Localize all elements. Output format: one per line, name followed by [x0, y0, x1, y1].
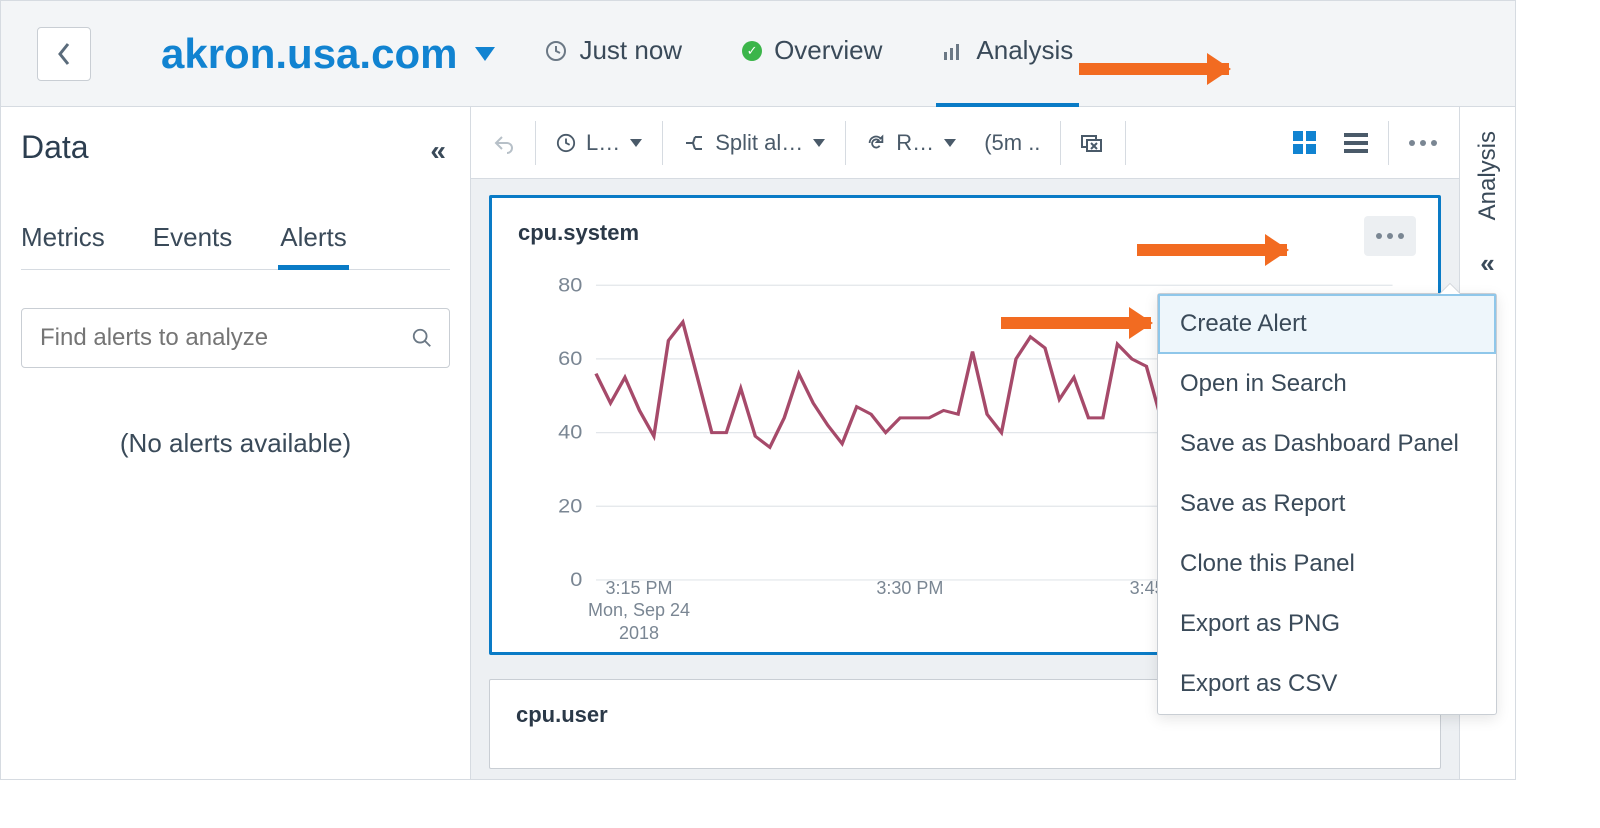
undo-icon — [493, 132, 515, 154]
refresh-icon — [866, 133, 886, 153]
subtab-events[interactable]: Events — [153, 222, 233, 269]
time-label: Just now — [579, 35, 682, 66]
panel-actions-menu: Create Alert Open in Search Save as Dash… — [1157, 293, 1497, 715]
clock-icon — [545, 40, 567, 62]
grid-icon — [1293, 131, 1316, 154]
collapse-left-button[interactable]: « — [430, 135, 446, 167]
alerts-search-input[interactable] — [38, 323, 411, 353]
data-panel: Data « Metrics Events Alerts (No alerts … — [1, 107, 471, 779]
list-icon — [1344, 133, 1368, 153]
menu-item-export-png[interactable]: Export as PNG — [1158, 594, 1496, 654]
host-selector[interactable]: akron.usa.com — [161, 30, 495, 78]
expand-right-button[interactable]: « — [1480, 248, 1494, 279]
split-icon — [683, 133, 705, 153]
clear-panels-icon — [1081, 133, 1105, 153]
caret-down-icon — [475, 47, 495, 61]
view-grid-button[interactable] — [1281, 119, 1328, 167]
status-ok-icon: ✓ — [742, 41, 762, 61]
alerts-empty-message: (No alerts available) — [21, 428, 450, 459]
time-indicator: Just now — [545, 35, 682, 72]
refresh-button[interactable]: R… — [854, 119, 968, 167]
topbar: akron.usa.com Just now ✓ Overview Analys… — [1, 1, 1515, 107]
annotation-arrow — [1079, 63, 1229, 75]
chevron-left-icon — [56, 42, 72, 66]
svg-text:0: 0 — [570, 569, 582, 591]
caret-down-icon — [630, 139, 642, 147]
menu-item-open-in-search[interactable]: Open in Search — [1158, 354, 1496, 414]
data-panel-title: Data — [21, 129, 450, 166]
caret-down-icon — [944, 139, 956, 147]
menu-item-save-dashboard[interactable]: Save as Dashboard Panel — [1158, 414, 1496, 474]
annotation-arrow — [1137, 244, 1287, 256]
tab-overview[interactable]: ✓ Overview — [742, 35, 882, 72]
svg-text:40: 40 — [558, 422, 582, 444]
panel-actions-button[interactable] — [1364, 216, 1416, 256]
split-button[interactable]: Split al… — [671, 119, 837, 167]
svg-text:20: 20 — [558, 495, 582, 517]
tab-analysis-label: Analysis — [976, 35, 1073, 66]
more-icon — [1376, 233, 1404, 239]
host-title: akron.usa.com — [161, 30, 457, 78]
back-button[interactable] — [37, 27, 91, 81]
search-icon — [411, 327, 433, 349]
tab-overview-label: Overview — [774, 35, 882, 66]
caret-down-icon — [813, 139, 825, 147]
refresh-interval[interactable]: (5m .. — [972, 119, 1052, 167]
annotation-arrow — [1001, 317, 1151, 329]
clock-icon — [556, 133, 576, 153]
alerts-search[interactable] — [21, 308, 450, 368]
svg-text:80: 80 — [558, 278, 582, 296]
timerange-button[interactable]: L… — [544, 119, 654, 167]
tab-analysis[interactable]: Analysis — [942, 35, 1073, 72]
right-rail-label: Analysis — [1474, 131, 1502, 220]
svg-text:60: 60 — [558, 348, 582, 370]
menu-item-save-report[interactable]: Save as Report — [1158, 474, 1496, 534]
subtab-metrics[interactable]: Metrics — [21, 222, 105, 269]
menu-item-clone-panel[interactable]: Clone this Panel — [1158, 534, 1496, 594]
toolbar-more-button[interactable] — [1397, 119, 1449, 167]
analysis-icon — [942, 40, 964, 62]
menu-item-create-alert[interactable]: Create Alert — [1158, 294, 1496, 354]
undo-button[interactable] — [481, 119, 527, 167]
analysis-toolbar: L… Split al… R… (5m .. — [471, 107, 1459, 179]
menu-item-export-csv[interactable]: Export as CSV — [1158, 654, 1496, 714]
view-list-button[interactable] — [1332, 119, 1380, 167]
clear-panels-button[interactable] — [1069, 119, 1117, 167]
subtab-alerts[interactable]: Alerts — [280, 222, 346, 269]
more-icon — [1409, 140, 1437, 146]
